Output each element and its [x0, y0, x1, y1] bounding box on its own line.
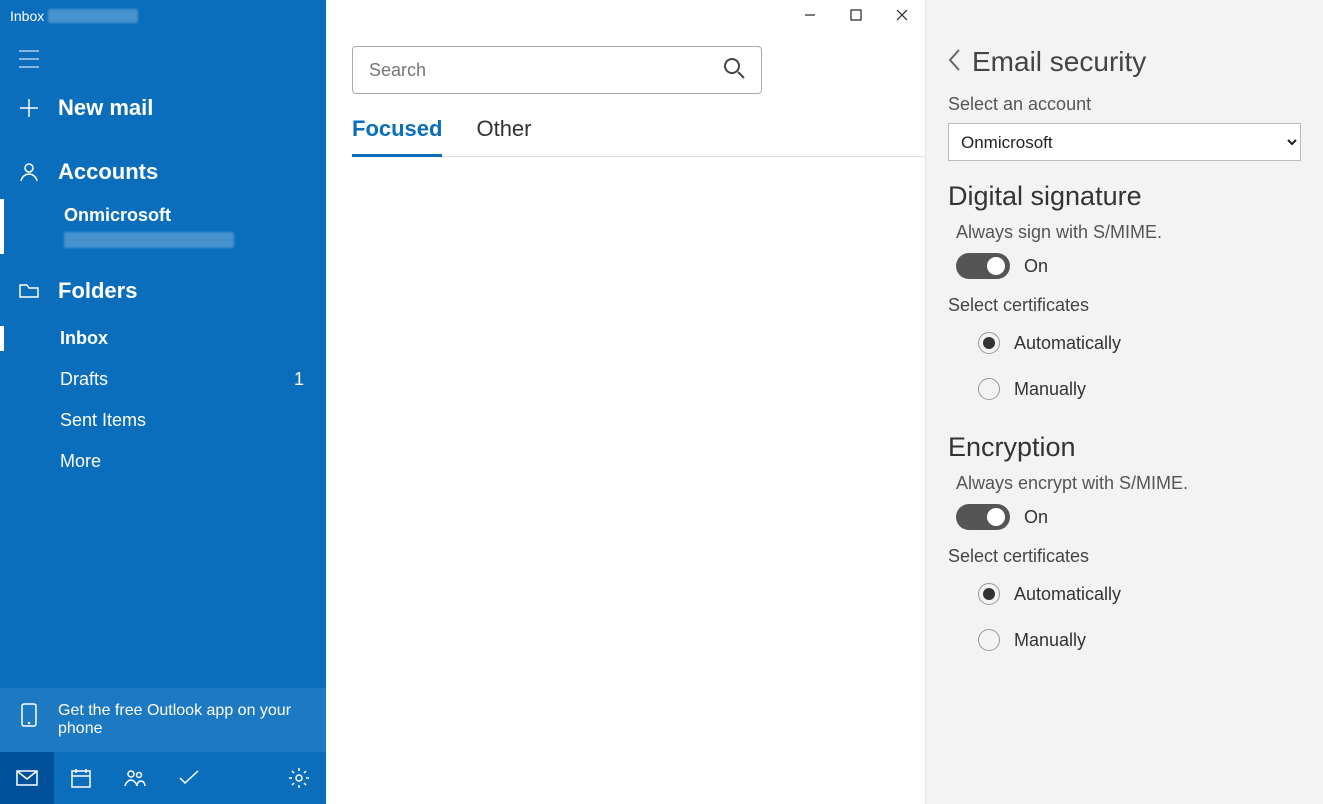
encrypt-cert-manual-radio[interactable]: Manually: [948, 617, 1301, 663]
folder-drafts[interactable]: Drafts 1: [60, 359, 326, 400]
account-email-redacted: [64, 232, 234, 248]
outlook-app-promo-label: Get the free Outlook app on your phone: [58, 702, 308, 738]
always-sign-toggle[interactable]: [956, 253, 1010, 279]
person-icon: [18, 161, 40, 183]
radio-icon: [978, 332, 1000, 354]
outlook-app-promo[interactable]: Get the free Outlook app on your phone: [0, 688, 326, 752]
tab-other[interactable]: Other: [476, 116, 531, 156]
settings-back-button[interactable]: [948, 46, 962, 78]
sign-cert-manual-radio[interactable]: Manually: [948, 366, 1301, 412]
plus-icon: [18, 97, 40, 119]
search-input[interactable]: [369, 60, 723, 81]
sidebar-bottom-bar: [0, 752, 326, 804]
inbox-tabs: Focused Other: [352, 116, 925, 157]
select-account-label: Select an account: [948, 94, 1301, 115]
folder-more[interactable]: More: [60, 441, 326, 482]
tab-focused[interactable]: Focused: [352, 116, 442, 157]
search-icon[interactable]: [723, 57, 745, 84]
new-mail-label: New mail: [58, 95, 308, 121]
phone-icon: [18, 704, 40, 726]
encryption-header: Encryption: [948, 432, 1301, 463]
radio-icon: [978, 629, 1000, 651]
sign-cert-manual-label: Manually: [1014, 379, 1086, 400]
encrypt-cert-manual-label: Manually: [1014, 630, 1086, 651]
title-redacted: [48, 9, 138, 23]
radio-icon: [978, 378, 1000, 400]
window-controls: [787, 0, 925, 30]
settings-nav-button[interactable]: [272, 752, 326, 804]
accounts-header-label: Accounts: [58, 159, 308, 185]
folder-icon: [18, 280, 40, 302]
people-nav-button[interactable]: [108, 752, 162, 804]
todo-nav-button[interactable]: [162, 752, 216, 804]
hamburger-menu-button[interactable]: [0, 32, 326, 81]
sign-cert-auto-radio[interactable]: Automatically: [948, 320, 1301, 366]
always-sign-label: Always sign with S/MIME.: [956, 222, 1301, 243]
window-title-bar: Inbox: [0, 0, 326, 32]
folder-inbox[interactable]: Inbox: [60, 318, 326, 359]
account-select[interactable]: Onmicrosoft: [948, 123, 1301, 161]
sidebar: Inbox New mail Accounts Onmicrosoft: [0, 0, 326, 804]
always-encrypt-state: On: [1024, 507, 1048, 528]
mail-nav-button[interactable]: [0, 752, 54, 804]
folder-inbox-label: Inbox: [60, 328, 108, 349]
encrypt-select-certificates-label: Select certificates: [948, 546, 1301, 567]
folders-header-label: Folders: [58, 278, 308, 304]
main-content: Focused Other: [326, 0, 925, 804]
folder-drafts-count: 1: [294, 369, 304, 390]
folders-header[interactable]: Folders: [0, 264, 326, 318]
window-title: Inbox: [10, 8, 44, 24]
folder-more-label: More: [60, 451, 101, 472]
minimize-button[interactable]: [787, 0, 833, 30]
digital-signature-header: Digital signature: [948, 181, 1301, 212]
new-mail-button[interactable]: New mail: [0, 81, 326, 135]
accounts-header[interactable]: Accounts: [0, 145, 326, 199]
settings-title: Email security: [972, 46, 1146, 78]
encrypt-cert-auto-radio[interactable]: Automatically: [948, 571, 1301, 617]
encrypt-cert-auto-label: Automatically: [1014, 584, 1121, 605]
always-encrypt-toggle[interactable]: [956, 504, 1010, 530]
always-encrypt-label: Always encrypt with S/MIME.: [956, 473, 1301, 494]
settings-pane: Email security Select an account Onmicro…: [925, 0, 1323, 804]
sign-cert-auto-label: Automatically: [1014, 333, 1121, 354]
folder-sent-items[interactable]: Sent Items: [60, 400, 326, 441]
radio-icon: [978, 583, 1000, 605]
always-sign-state: On: [1024, 256, 1048, 277]
sign-select-certificates-label: Select certificates: [948, 295, 1301, 316]
calendar-nav-button[interactable]: [54, 752, 108, 804]
search-bar[interactable]: [352, 46, 762, 94]
account-name-label: Onmicrosoft: [64, 205, 326, 226]
account-item-onmicrosoft[interactable]: Onmicrosoft: [0, 199, 326, 254]
close-button[interactable]: [879, 0, 925, 30]
folder-drafts-label: Drafts: [60, 369, 108, 390]
maximize-button[interactable]: [833, 0, 879, 30]
folder-sent-label: Sent Items: [60, 410, 146, 431]
